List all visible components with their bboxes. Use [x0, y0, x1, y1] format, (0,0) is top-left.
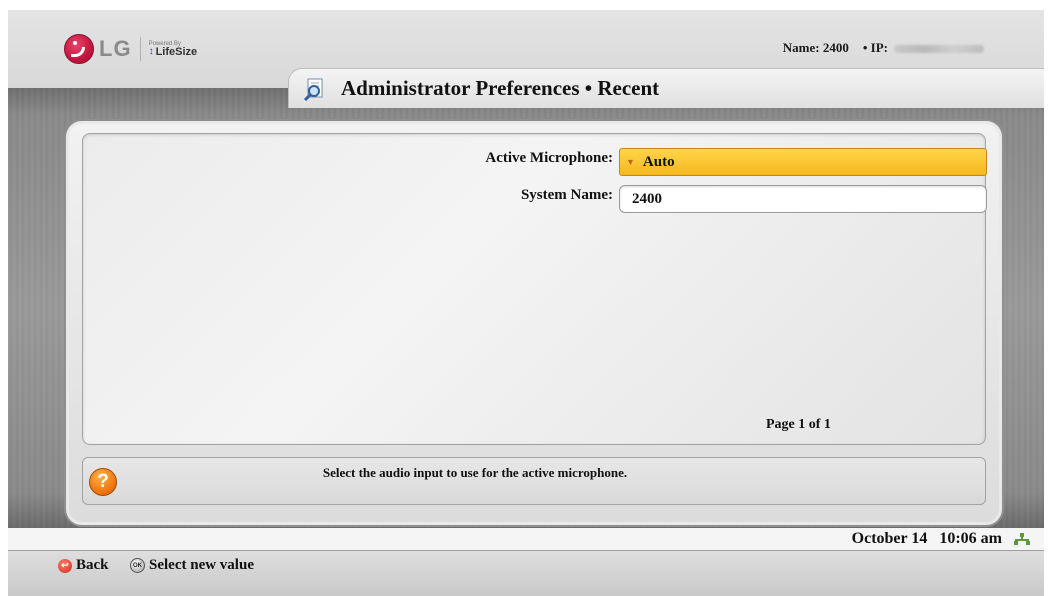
footer-bar: ↩ Back OK Select new value — [8, 550, 1044, 596]
microphone-value: Auto — [642, 153, 675, 170]
date-text: October 14 — [851, 530, 928, 547]
time-text: 10:06 am — [939, 530, 1002, 547]
system-name-value: 2400 — [822, 40, 849, 55]
microphone-label: Active Microphone: — [485, 150, 613, 166]
partner-name: LifeSize — [155, 45, 198, 58]
help-panel: ? Select the audio input to use for the … — [82, 457, 986, 505]
main-panel-frame: Active Microphone: ▼ Auto System Name: 2… — [64, 119, 1004, 527]
dropdown-caret-icon: ▼ — [626, 157, 635, 167]
logo-divider — [139, 37, 141, 61]
back-button-icon: ↩ — [58, 558, 72, 573]
title-tab: Administrator Preferences • Recent — [288, 68, 1044, 108]
ok-button-icon: OK — [130, 558, 145, 573]
status-bar: October 14 10:06 am — [8, 528, 1044, 550]
select-new-value-button[interactable]: OK Select new value — [130, 557, 254, 574]
datetime: October 14 10:06 am — [852, 528, 1030, 550]
magnifier-document-icon — [303, 78, 323, 101]
brand-name: LG — [99, 36, 132, 61]
lg-logo-icon — [64, 34, 94, 64]
lifesize-screen: LG Powered By ↕ LifeSize Name: 2400 • IP: — [8, 10, 1044, 596]
system-name-field-label: System Name: — [520, 187, 613, 203]
network-icon — [1014, 533, 1030, 545]
system-name-row: System Name: — [413, 187, 613, 204]
ip-value-redacted — [894, 45, 984, 54]
system-name-field[interactable]: 2400 — [619, 185, 987, 213]
active-microphone-dropdown[interactable]: ▼ Auto — [619, 148, 987, 176]
lifesize-mark-icon: ↕ — [148, 46, 154, 57]
page-title: Administrator Preferences • Recent — [341, 76, 660, 100]
help-text: Select the audio input to use for the ac… — [322, 465, 628, 480]
preferences-panel: Active Microphone: ▼ Auto System Name: 2… — [82, 133, 987, 445]
system-info: Name: 2400 • IP: — [783, 40, 984, 56]
select-label: Select new value — [149, 557, 254, 573]
page-indicator: Page 1 of 1 — [766, 417, 831, 432]
ip-label: • IP: — [862, 40, 888, 55]
partner-logo: Powered By ↕ LifeSize — [149, 41, 198, 58]
microphone-row: Active Microphone: — [413, 150, 613, 167]
system-name-label: Name: — [782, 40, 820, 55]
back-button[interactable]: ↩ Back — [58, 557, 109, 574]
back-label: Back — [76, 557, 109, 573]
logo-area: LG Powered By ↕ LifeSize — [64, 34, 197, 64]
